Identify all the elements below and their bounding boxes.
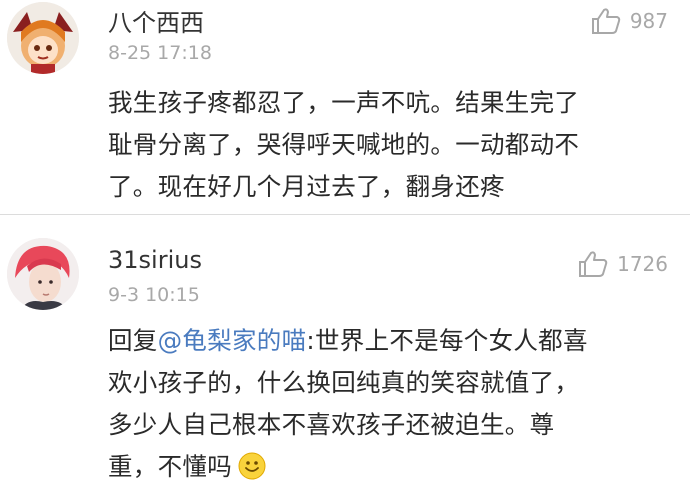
comment-text: 回复@龟梨家的喵:世界上不是每个女人都喜 欢小孩子的，什么换回纯真的笑容就值了，… (108, 320, 668, 488)
comment-line: 重，不懂吗 (108, 446, 668, 488)
anime-girl-avatar[interactable] (7, 2, 79, 74)
like-button[interactable]: 1726 (577, 249, 668, 279)
comment-time: 9-3 10:15 (108, 284, 200, 306)
username[interactable]: 31sirius (108, 246, 202, 274)
comment-line-text: 重，不懂吗 (108, 452, 232, 481)
person-photo-avatar[interactable] (7, 238, 79, 310)
comment-line: 多少人自己根本不喜欢孩子还被迫生。尊 (108, 410, 555, 439)
like-count: 987 (629, 9, 668, 33)
comment-time: 8-25 17:18 (108, 42, 212, 64)
mention-link[interactable]: @龟梨家的喵 (158, 326, 307, 355)
smile-emoji-icon (238, 452, 266, 480)
avatar-icon (7, 238, 79, 310)
like-count: 1726 (617, 252, 668, 276)
comment-text: 我生孩子疼都忍了，一声不吭。结果生完了 耻骨分离了，哭得呼天喊地的。一动都动不 … (108, 82, 668, 208)
reply-prefix: 回复 (108, 326, 158, 355)
thumbs-up-icon (591, 8, 621, 34)
comment-line: 了。现在好几个月过去了，翻身还疼 (108, 172, 505, 201)
comment-line: 欢小孩子的，什么换回纯真的笑容就值了， (108, 368, 580, 397)
comment-item: 31sirius 9-3 10:15 1726 回复@龟梨家的喵:世界上不是每个… (0, 215, 690, 488)
username[interactable]: 八个西西 (108, 3, 204, 38)
avatar-icon (7, 2, 79, 74)
like-button[interactable]: 987 (590, 6, 668, 36)
comment-line: 耻骨分离了，哭得呼天喊地的。一动都动不 (108, 130, 580, 159)
comment-line: 回复@龟梨家的喵:世界上不是每个女人都喜 (108, 320, 668, 362)
comment-line-text: :世界上不是每个女人都喜 (306, 326, 588, 355)
comment-item: 八个西西 8-25 17:18 987 我生孩子疼都忍了，一声不吭。结果生完了 … (0, 0, 690, 214)
comment-line: 我生孩子疼都忍了，一声不吭。结果生完了 (108, 88, 580, 117)
thumbs-up-icon (579, 251, 608, 277)
